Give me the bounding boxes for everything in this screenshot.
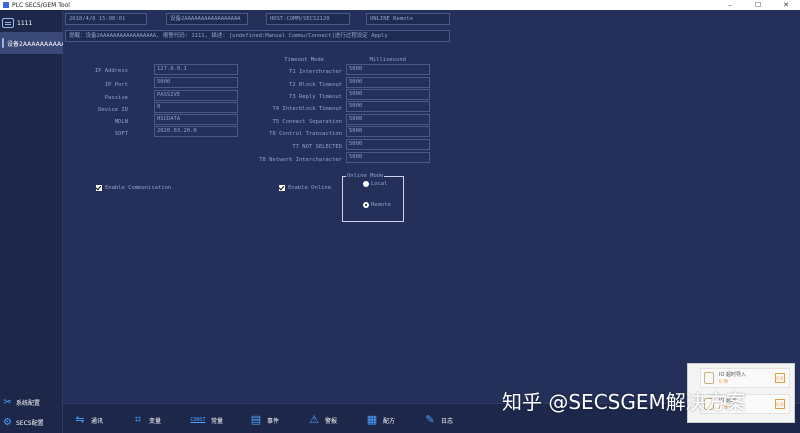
- log-icon: ✎: [425, 413, 435, 426]
- link-icon: ⇋: [75, 413, 85, 426]
- millisecond-header: Millisecond: [369, 57, 406, 63]
- radio-local[interactable]: Local: [363, 181, 388, 187]
- mdln-field[interactable]: HSCDATA: [154, 114, 238, 125]
- timeout-mode-header: Timeout Mode: [284, 57, 324, 63]
- t4-field[interactable]: 5000: [346, 101, 430, 112]
- device-icon: [2, 18, 14, 28]
- radio-unselected-icon: [363, 181, 369, 187]
- sidebar-item-label: 1111: [17, 19, 33, 27]
- toolbar-label: 警报: [325, 417, 338, 425]
- recipe-icon: ▦: [366, 413, 378, 426]
- toolbar-event-button[interactable]: ▤ 事件: [249, 412, 279, 428]
- mdln-label: MDLN: [114, 119, 128, 125]
- t5-field[interactable]: 5000: [346, 114, 430, 125]
- toolbar-label: 变量: [149, 417, 162, 425]
- radio-remote[interactable]: Remote: [363, 202, 391, 208]
- app-icon: [3, 2, 9, 8]
- warning-message: 提醒：设备2AAAAAAAAAAAAAAAAA, 报警代码: 1111, 描述:…: [65, 30, 450, 42]
- toolbar-label: 通讯: [91, 417, 104, 425]
- info-device: 设备2AAAAAAAAAAAAAAAAA: [166, 13, 248, 25]
- toolbar-label: 日志: [441, 417, 454, 425]
- info-date: 2018/4/8 15:00:01: [65, 13, 147, 25]
- t5-label: T5 Connect Separation: [272, 119, 342, 125]
- ip-address-label: IP Address: [94, 68, 128, 74]
- radio-remote-label: Remote: [371, 202, 391, 208]
- sidebar-item-device-1111[interactable]: 1111: [0, 12, 63, 34]
- toolbar-label: 事件: [267, 417, 280, 425]
- t3-field[interactable]: 5000: [346, 89, 430, 100]
- toolbar-label: 配方: [383, 417, 396, 425]
- variable-icon: ⌗: [134, 413, 142, 426]
- close-button[interactable]: ✕: [772, 1, 800, 9]
- sidebar-item-device-2[interactable]: 设备2AAAAAAAAAA: [0, 32, 63, 54]
- toolbar-comm-button[interactable]: ⇋ 通讯: [73, 412, 103, 428]
- device-icon: [2, 38, 4, 48]
- t2-label: T2 Block Timeout: [289, 82, 342, 88]
- event-icon: ▤: [250, 413, 262, 426]
- device-id-field[interactable]: 0: [154, 102, 238, 113]
- info-host: HOST:COMM/SECS2120: [266, 13, 350, 25]
- open-button[interactable]: 打开: [775, 373, 785, 383]
- toolbar-const-button[interactable]: CONST 常量: [189, 412, 223, 428]
- t6-label: T6 Control Transaction: [269, 131, 342, 137]
- info-status: ONLINE Remote: [366, 13, 450, 25]
- t6-field[interactable]: 5000: [346, 126, 430, 137]
- t2-field[interactable]: 5000: [346, 77, 430, 88]
- sidebar-system-config[interactable]: ✂ 系统配置: [0, 395, 63, 409]
- passive-label: Passive: [104, 95, 128, 101]
- device-id-label: Device ID: [98, 107, 128, 113]
- passive-field[interactable]: PASSIVE: [154, 90, 238, 101]
- minimize-button[interactable]: –: [716, 1, 744, 9]
- alarm-icon: ⚠: [309, 413, 319, 426]
- toolbar-variable-button[interactable]: ⌗ 变量: [131, 412, 161, 428]
- toolbar-label: 常量: [211, 417, 224, 425]
- tools-icon: ✂: [3, 396, 12, 408]
- sidebar-item-label: 设备2AAAAAAAAAA: [7, 40, 63, 48]
- t1-field[interactable]: 5000: [346, 64, 430, 75]
- enable-communication-label: Enable Communication: [105, 185, 172, 191]
- sidebar: 1111 设备2AAAAAAAAAA ✂ 系统配置 ⚙ SECS配置: [0, 10, 63, 433]
- toolbar-recipe-button[interactable]: ▦ 配方: [365, 412, 395, 428]
- notification-item[interactable]: IO 超时导入 0 项 打开: [700, 368, 790, 388]
- watermark: 知乎 @SECSGEM解决方案: [502, 390, 746, 414]
- t7-field[interactable]: 5000: [346, 139, 430, 150]
- sidebar-bottom-label: 系统配置: [16, 399, 41, 407]
- online-mode-title: Online Mode: [346, 173, 385, 179]
- ip-address-field[interactable]: 127.0.0.1: [154, 64, 238, 75]
- t4-label: T4 Interblock Timeout: [272, 106, 342, 112]
- soft-field[interactable]: 2020.03.20.0: [154, 126, 238, 137]
- ip-port-label: IP Port: [104, 82, 128, 88]
- ip-port-field[interactable]: 5000: [154, 77, 238, 88]
- enable-online-label: Enable Online: [288, 185, 332, 191]
- maximize-button[interactable]: ☐: [744, 1, 772, 9]
- window-title: PLC SECS/GEM Tool: [12, 1, 70, 9]
- online-mode-group: Online Mode Local Remote: [342, 173, 404, 222]
- t8-label: T8 Network Intercharacter: [259, 157, 342, 163]
- radio-local-label: Local: [371, 181, 388, 187]
- t8-field[interactable]: 5000: [346, 152, 430, 163]
- enable-online-checkbox[interactable]: Enable Online: [279, 185, 331, 191]
- gear-icon: ⚙: [3, 416, 12, 428]
- window-titlebar: PLC SECS/GEM Tool – ☐ ✕: [0, 0, 800, 10]
- sidebar-bottom-label: SECS配置: [16, 419, 44, 427]
- t3-label: T3 Reply Timeout: [289, 94, 342, 100]
- toolbar-alarm-button[interactable]: ⚠ 警报: [307, 412, 337, 428]
- t7-label: T7 NOT SELECTED: [292, 144, 342, 150]
- soft-label: SOFT: [114, 131, 128, 137]
- sidebar-secs-config[interactable]: ⚙ SECS配置: [0, 415, 63, 429]
- radio-selected-icon: [363, 202, 369, 208]
- t1-label: T1 Interchracter: [289, 69, 342, 75]
- file-icon: [704, 372, 714, 384]
- enable-communication-checkbox[interactable]: Enable Communication: [96, 185, 171, 191]
- toolbar-log-button[interactable]: ✎ 日志: [423, 412, 453, 428]
- checkbox-checked-icon: [96, 185, 102, 191]
- notification-title: IO 超时导入: [719, 372, 746, 378]
- checkbox-checked-icon: [279, 185, 285, 191]
- const-icon: CONST: [190, 417, 206, 423]
- open-button[interactable]: 打开: [775, 399, 785, 409]
